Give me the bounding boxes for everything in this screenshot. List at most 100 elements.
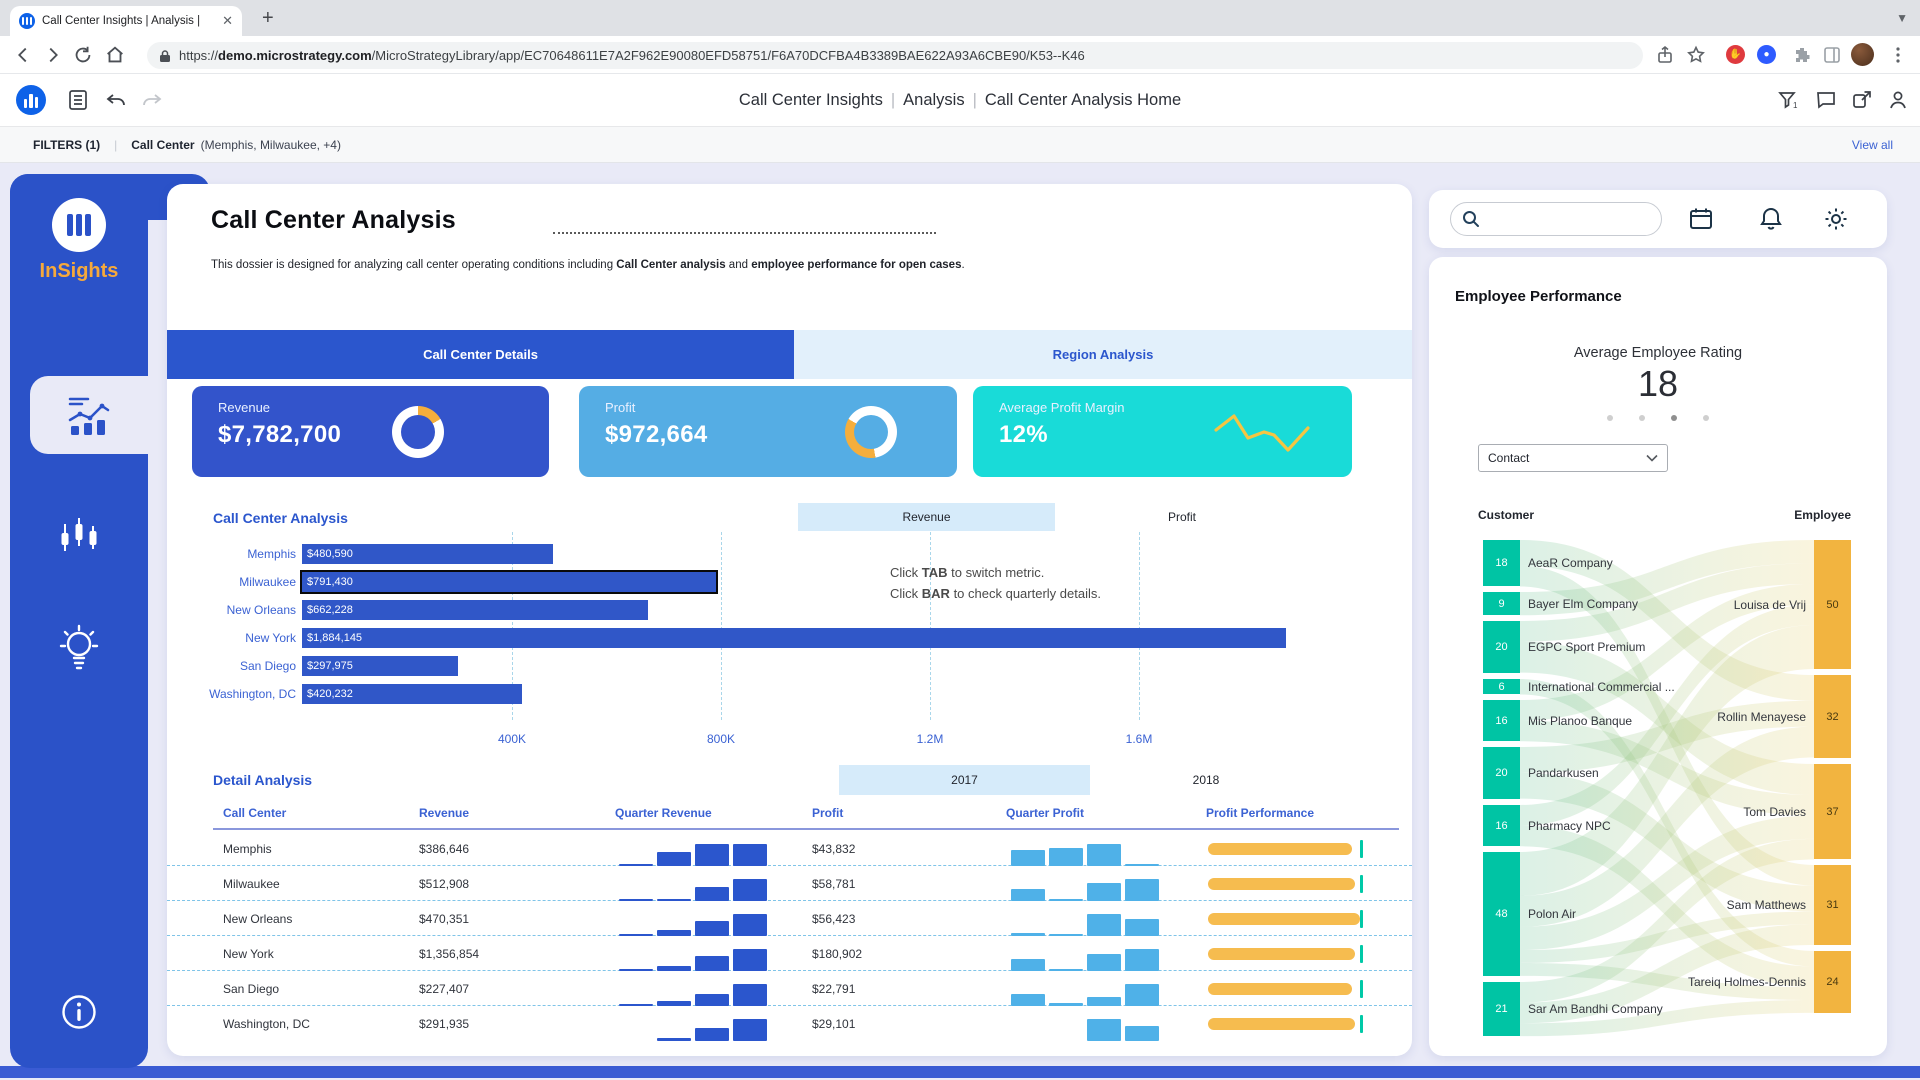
- employee-node[interactable]: 31: [1814, 865, 1851, 945]
- revenue-bar[interactable]: $480,590: [302, 544, 553, 564]
- filter-panel-icon[interactable]: 1: [1776, 88, 1800, 112]
- browser-menu-icon[interactable]: [1888, 45, 1908, 65]
- sidebar-item-stock-analysis[interactable]: [10, 514, 148, 560]
- revenue-bar[interactable]: $791,430: [302, 572, 716, 592]
- employee-node[interactable]: 50: [1814, 540, 1851, 669]
- tab-region-analysis[interactable]: Region Analysis: [794, 330, 1412, 379]
- col-revenue[interactable]: Revenue: [419, 806, 615, 820]
- address-bar[interactable]: https://demo.microstrategy.com/MicroStra…: [147, 42, 1643, 69]
- share-page-icon[interactable]: [1655, 45, 1675, 65]
- bar-value-label: $1,884,145: [302, 632, 362, 644]
- customer-node[interactable]: 21: [1483, 982, 1520, 1036]
- metric-tab-revenue[interactable]: Revenue: [798, 503, 1055, 531]
- insights-logo[interactable]: [52, 198, 106, 252]
- tab-call-center-details[interactable]: Call Center Details: [167, 330, 794, 379]
- extension-blue-icon[interactable]: ●: [1757, 45, 1777, 65]
- kpi-card-revenue[interactable]: Revenue $7,782,700: [192, 386, 549, 477]
- customer-node[interactable]: 16: [1483, 805, 1520, 846]
- customer-node[interactable]: 20: [1483, 747, 1520, 799]
- combo-chart-icon: [66, 393, 112, 437]
- filters-label[interactable]: FILTERS (1): [33, 138, 100, 152]
- col-quarter-revenue[interactable]: Quarter Revenue: [615, 806, 812, 820]
- view-all-link[interactable]: View all: [1852, 138, 1893, 152]
- cell-call-center: New York: [223, 936, 419, 971]
- table-row[interactable]: San Diego$227,407$22,791: [167, 971, 1412, 1006]
- sidebar-info-button[interactable]: [10, 992, 148, 1032]
- comments-icon[interactable]: [1814, 88, 1838, 112]
- employee-node[interactable]: 32: [1814, 675, 1851, 758]
- customer-label: Pandarkusen: [1528, 766, 1599, 780]
- col-profit-performance[interactable]: Profit Performance: [1206, 806, 1412, 820]
- cell-quarter-profit: [1006, 866, 1206, 901]
- col-profit[interactable]: Profit: [812, 806, 1006, 820]
- employee-node[interactable]: 24: [1814, 951, 1851, 1013]
- account-icon[interactable]: [1886, 88, 1910, 112]
- bookmark-star-icon[interactable]: [1686, 45, 1706, 65]
- bar-chart-heading: Call Center Analysis: [213, 510, 348, 526]
- cell-quarter-profit: [1006, 1006, 1206, 1041]
- customer-node[interactable]: 18: [1483, 540, 1520, 586]
- year-tab-2018[interactable]: 2018: [1156, 765, 1256, 795]
- quarter-bar: [1087, 883, 1121, 901]
- right-toolbar-card: [1429, 190, 1887, 248]
- new-tab-button[interactable]: +: [262, 8, 274, 28]
- quarter-bar: [695, 1028, 729, 1041]
- profit-performance-bar: [1208, 913, 1360, 925]
- customer-node[interactable]: 48: [1483, 852, 1520, 976]
- table-row[interactable]: New Orleans$470,351$56,423: [167, 901, 1412, 936]
- bar-value-label: $480,590: [302, 548, 353, 560]
- bar-chart-row: San Diego$297,975: [167, 652, 1412, 680]
- browser-tab[interactable]: Call Center Insights | Analysis | ✕: [10, 6, 242, 36]
- performance-target-tick: [1360, 945, 1363, 963]
- revenue-bar[interactable]: $420,232: [302, 684, 522, 704]
- cell-profit: $180,902: [812, 936, 1006, 971]
- table-row[interactable]: Memphis$386,646$43,832: [167, 831, 1412, 866]
- revenue-bar[interactable]: $297,975: [302, 656, 458, 676]
- bar-category-label: Memphis: [167, 547, 296, 561]
- tab-search-chevron-icon[interactable]: ▼: [1896, 11, 1908, 25]
- chapter-sidebar: InSights: [10, 174, 148, 1068]
- customer-node[interactable]: 16: [1483, 700, 1520, 741]
- profile-avatar[interactable]: [1851, 43, 1871, 63]
- employee-node[interactable]: 37: [1814, 764, 1851, 859]
- document-title: Call Center Insights| Analysis| Call Cen…: [0, 74, 1920, 127]
- extension-adblock-icon[interactable]: ✋: [1726, 45, 1746, 65]
- home-icon[interactable]: [104, 44, 126, 66]
- sidebar-item-insights[interactable]: [10, 622, 148, 674]
- col-quarter-profit[interactable]: Quarter Profit: [1006, 806, 1206, 820]
- settings-gear-icon[interactable]: [1822, 205, 1850, 233]
- quarter-bar: [1087, 914, 1121, 936]
- share-icon[interactable]: [1850, 88, 1874, 112]
- back-icon[interactable]: [12, 44, 34, 66]
- bar-category-label: Washington, DC: [167, 687, 296, 701]
- employee-performance-card: Employee Performance Average Employee Ra…: [1429, 257, 1887, 1056]
- col-call-center[interactable]: Call Center: [223, 806, 419, 820]
- cell-quarter-profit: [1006, 971, 1206, 1006]
- reading-list-icon[interactable]: [1822, 45, 1842, 65]
- extensions-puzzle-icon[interactable]: [1792, 45, 1812, 65]
- cell-quarter-profit: [1006, 936, 1206, 971]
- sidebar-item-call-center-active[interactable]: [30, 376, 148, 454]
- year-tab-2017[interactable]: 2017: [839, 765, 1090, 795]
- table-row[interactable]: Milwaukee$512,908$58,781: [167, 866, 1412, 901]
- table-row[interactable]: New York$1,356,854$180,902: [167, 936, 1412, 971]
- customer-node[interactable]: 9: [1483, 592, 1520, 615]
- kpi-card-profit-margin[interactable]: Average Profit Margin 12%: [973, 386, 1352, 477]
- table-row[interactable]: Washington, DC$291,935$29,101: [167, 1006, 1412, 1041]
- filter-name[interactable]: Call Center: [131, 138, 194, 152]
- forward-icon[interactable]: [42, 44, 64, 66]
- customer-node[interactable]: 6: [1483, 679, 1520, 694]
- revenue-bar[interactable]: $1,884,145: [302, 628, 1286, 648]
- customer-label: AeaR Company: [1528, 556, 1613, 570]
- revenue-bar[interactable]: $662,228: [302, 600, 648, 620]
- calendar-icon[interactable]: [1687, 205, 1715, 233]
- kpi-card-profit[interactable]: Profit $972,664: [579, 386, 957, 477]
- reload-icon[interactable]: [72, 44, 94, 66]
- customer-node[interactable]: 20: [1483, 621, 1520, 673]
- notifications-bell-icon[interactable]: [1757, 205, 1785, 233]
- cell-profit: $22,791: [812, 971, 1006, 1006]
- metric-tab-profit[interactable]: Profit: [1092, 503, 1272, 531]
- tab-close-icon[interactable]: ✕: [222, 13, 233, 29]
- search-input[interactable]: [1450, 202, 1662, 236]
- customer-label: EGPC Sport Premium: [1528, 640, 1645, 654]
